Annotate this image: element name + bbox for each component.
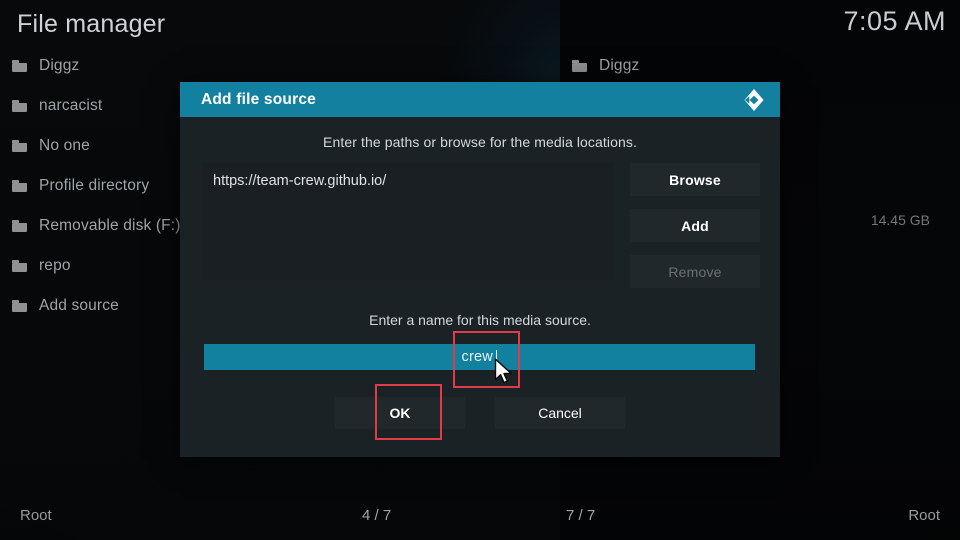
kodi-screen: File manager 7:05 AM Diggz narcacist No … [0, 0, 960, 540]
vignette-overlay [0, 0, 960, 540]
